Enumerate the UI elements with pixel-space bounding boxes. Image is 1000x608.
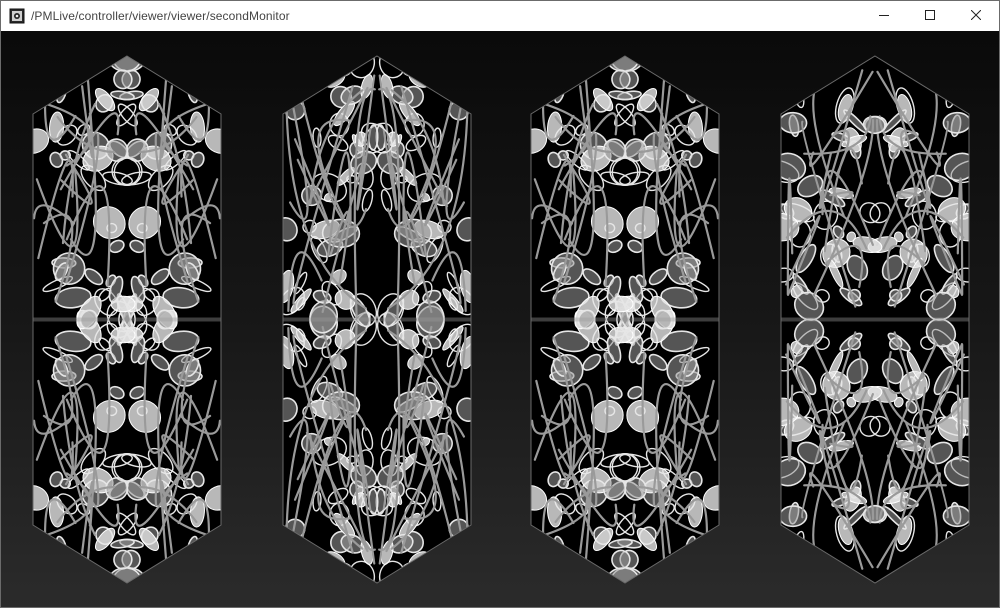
visualization-canvas bbox=[32, 55, 970, 584]
window-title: /PMLive/controller/viewer/viewer/secondM… bbox=[31, 9, 290, 23]
kaleidoscope-panel-1 bbox=[32, 55, 222, 584]
viewer-window: /PMLive/controller/viewer/viewer/secondM… bbox=[0, 0, 1000, 608]
window-controls bbox=[861, 1, 999, 31]
close-icon bbox=[970, 7, 982, 25]
kaleidoscope-panel-2 bbox=[282, 55, 472, 584]
kaleidoscope-panel-4 bbox=[780, 55, 970, 584]
maximize-button[interactable] bbox=[907, 1, 953, 31]
minimize-button[interactable] bbox=[861, 1, 907, 31]
render-viewport[interactable] bbox=[1, 31, 999, 607]
title-bar[interactable]: /PMLive/controller/viewer/viewer/secondM… bbox=[1, 1, 999, 31]
app-icon bbox=[9, 8, 25, 24]
kaleidoscope-panel-3 bbox=[530, 55, 720, 584]
minimize-icon bbox=[879, 7, 889, 25]
maximize-icon bbox=[925, 7, 935, 25]
close-button[interactable] bbox=[953, 1, 999, 31]
